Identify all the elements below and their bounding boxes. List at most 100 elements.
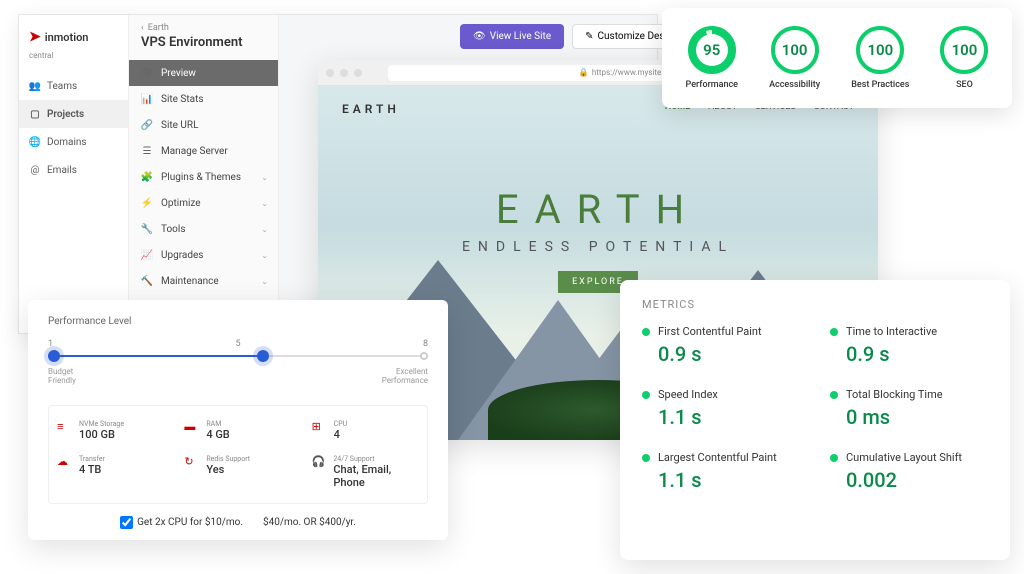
score-ring: 100 [856, 26, 904, 74]
main-nav: 👥Teams ▢Projects 🌐Domains @Emails [19, 72, 128, 184]
bullet-icon [642, 454, 650, 462]
metrics-title: METRICS [642, 298, 988, 311]
side-tools[interactable]: 🔧Tools⌄ [129, 216, 278, 242]
maintenance-icon: 🔨 [141, 275, 153, 287]
brand-logo: ➤ inmotion [19, 15, 128, 51]
ram-icon: ▬ [184, 420, 198, 434]
score-best-practices: 100 Best Practices [851, 26, 909, 90]
metric-tti: Time to Interactive0.9 s [830, 325, 988, 366]
window-dot [326, 69, 334, 77]
pricing-row: Get 2x CPU for $10/mo. $40/mo. OR $400/y… [48, 516, 428, 529]
back-icon: ‹ [141, 23, 144, 33]
bullet-icon [830, 328, 838, 336]
score-performance: 95 Performance [686, 26, 738, 90]
metric-fcp: First Contentful Paint0.9 s [642, 325, 800, 366]
side-url[interactable]: 🔗Site URL [129, 112, 278, 138]
side-stats[interactable]: 📊Site Stats [129, 86, 278, 112]
hero-title: EARTH [462, 186, 734, 233]
slider-handle[interactable] [257, 350, 269, 362]
score-ring: 95 [688, 26, 736, 74]
spec-ram: ▬RAM4 GB [184, 420, 291, 441]
slider-label-hi: Excellent Performance [382, 367, 428, 385]
performance-level-card: Performance Level 158 Budget FriendlyExc… [28, 300, 448, 540]
side-preview[interactable]: 👁Preview [129, 60, 278, 86]
logo-column: ➤ inmotion central 👥Teams ▢Projects 🌐Dom… [19, 15, 129, 333]
perf-title: Performance Level [48, 316, 428, 327]
lock-icon: 🔒 [579, 68, 589, 77]
hero-subtitle: ENDLESS POTENTIAL [462, 239, 734, 255]
support-icon: 🎧 [312, 455, 326, 469]
perf-slider[interactable]: 158 Budget FriendlyExcellent Performance [48, 339, 428, 385]
slider-label-lo: Budget Friendly [48, 367, 76, 385]
metrics-card: METRICS First Contentful Paint0.9 s Time… [620, 280, 1010, 560]
nav-teams[interactable]: 👥Teams [19, 72, 128, 100]
stats-icon: 📊 [141, 93, 153, 105]
spec-storage: ≡NVMe Storage100 GB [57, 420, 164, 441]
price-text: $40/mo. OR $400/yr. [263, 517, 356, 528]
nav-projects[interactable]: ▢Projects [19, 100, 128, 128]
bullet-icon [830, 391, 838, 399]
plugins-icon: 🧩 [141, 171, 153, 183]
metric-tbt: Total Blocking Time0 ms [830, 388, 988, 429]
logo-arrow-icon: ➤ [29, 29, 41, 45]
slider-handle[interactable] [48, 350, 60, 362]
tools-icon: 🔧 [141, 223, 153, 235]
optimize-icon: ⚡ [141, 197, 153, 209]
window-dot [354, 69, 362, 77]
spec-transfer: ☁Transfer4 TB [57, 455, 164, 489]
score-ring: 100 [940, 26, 988, 74]
chevron-down-icon: ⌄ [261, 251, 268, 260]
bullet-icon [642, 328, 650, 336]
side-plugins[interactable]: 🧩Plugins & Themes⌄ [129, 164, 278, 190]
site-logo: EARTH [342, 102, 400, 116]
eye-icon: 👁 [473, 31, 486, 42]
emails-icon: @ [29, 164, 41, 176]
side-optimize[interactable]: ⚡Optimize⌄ [129, 190, 278, 216]
chevron-down-icon: ⌄ [261, 225, 268, 234]
specs-grid: ≡NVMe Storage100 GB ▬RAM4 GB ⊞CPU4 ☁Tran… [48, 405, 428, 504]
chevron-down-icon: ⌄ [261, 173, 268, 182]
side-maintenance[interactable]: 🔨Maintenance⌄ [129, 268, 278, 294]
projects-icon: ▢ [29, 108, 41, 120]
sidebar: ‹Earth VPS Environment 👁Preview 📊Site St… [129, 15, 279, 333]
bullet-icon [642, 391, 650, 399]
server-icon: ☰ [141, 145, 153, 157]
view-live-site-button[interactable]: 👁View Live Site [460, 24, 564, 49]
nav-domains[interactable]: 🌐Domains [19, 128, 128, 156]
metric-lcp: Largest Contentful Paint1.1 s [642, 451, 800, 492]
bullet-icon [830, 454, 838, 462]
side-nav: 👁Preview 📊Site Stats 🔗Site URL ☰Manage S… [129, 60, 278, 320]
teams-icon: 👥 [29, 80, 41, 92]
domains-icon: 🌐 [29, 136, 41, 148]
nav-emails[interactable]: @Emails [19, 156, 128, 184]
side-server[interactable]: ☰Manage Server [129, 138, 278, 164]
score-accessibility: 100 Accessibility [769, 26, 820, 90]
cpu-upsell-checkbox[interactable]: Get 2x CPU for $10/mo. [120, 516, 243, 529]
edit-icon: ✎ [585, 31, 593, 42]
spec-support: 🎧24/7 SupportChat, Email, Phone [312, 455, 419, 489]
top-actions: 👁View Live Site ✎Customize Design [460, 24, 691, 49]
hero: EARTH ENDLESS POTENTIAL EXPLORE [462, 186, 734, 293]
url-icon: 🔗 [141, 119, 153, 131]
side-upgrades[interactable]: 📈Upgrades⌄ [129, 242, 278, 268]
redis-icon: ↻ [184, 455, 198, 469]
breadcrumb[interactable]: ‹Earth [129, 15, 278, 35]
metric-si: Speed Index1.1 s [642, 388, 800, 429]
brand-name: inmotion [45, 31, 89, 44]
score-ring: 100 [771, 26, 819, 74]
cpu-icon: ⊞ [312, 420, 326, 434]
storage-icon: ≡ [57, 420, 71, 434]
score-seo: 100 SEO [940, 26, 988, 90]
transfer-icon: ☁ [57, 455, 71, 469]
lighthouse-scores: 95 Performance 100 Accessibility 100 Bes… [662, 8, 1012, 108]
spec-cpu: ⊞CPU4 [312, 420, 419, 441]
brand-subtitle: central [19, 51, 128, 72]
slider-end [420, 352, 428, 360]
chevron-down-icon: ⌄ [261, 199, 268, 208]
preview-icon: 👁 [141, 67, 153, 79]
upgrades-icon: 📈 [141, 249, 153, 261]
environment-title: VPS Environment [129, 35, 278, 60]
spec-redis: ↻Redis SupportYes [184, 455, 291, 489]
chevron-down-icon: ⌄ [261, 277, 268, 286]
window-dot [340, 69, 348, 77]
